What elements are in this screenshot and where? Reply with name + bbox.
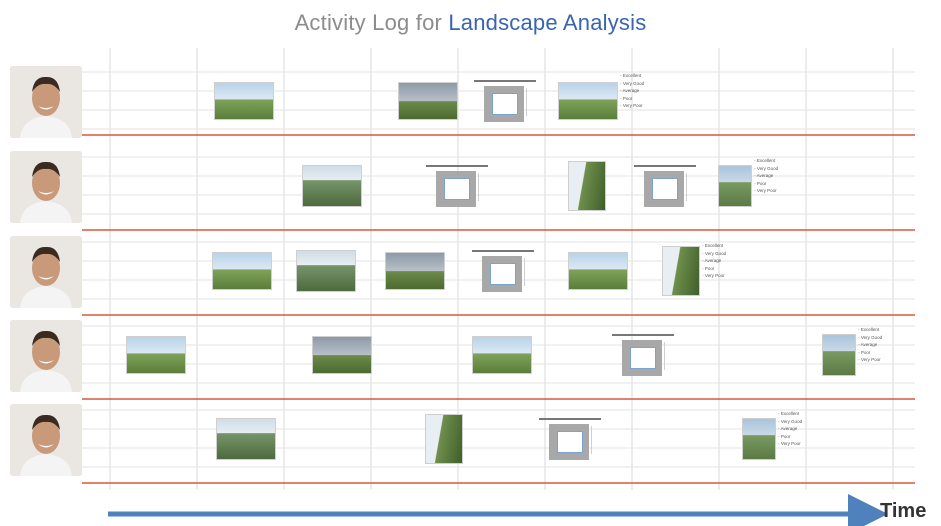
landscape-photo-thumbnail (302, 165, 362, 207)
title-highlight: Landscape Analysis (448, 10, 647, 35)
landscape-photo-thumbnail (472, 336, 532, 374)
landscape-photo-thumbnail (742, 418, 776, 460)
woman-laughing-avatar (10, 404, 82, 476)
annotation-form-screenshot (539, 418, 601, 462)
rating-option: Excellent (778, 410, 802, 418)
rating-option: Excellent (620, 72, 644, 80)
landscape-photo-thumbnail (216, 418, 276, 460)
landscape-photo-thumbnail (662, 246, 700, 296)
landscape-photo-thumbnail (126, 336, 186, 374)
landscape-photo-thumbnail (385, 252, 445, 290)
rating-option: Poor (754, 180, 778, 188)
annotation-form-screenshot (474, 80, 536, 124)
landscape-photo-thumbnail (214, 82, 274, 120)
annotation-form-screenshot (634, 165, 696, 209)
rating-option: Very Good (778, 418, 802, 426)
title-prefix: Activity Log for (294, 10, 449, 35)
rating-options-list: ExcellentVery GoodAveragePoorVery Poor (620, 72, 645, 110)
rating-option: Poor (778, 433, 802, 441)
rating-option: Excellent (754, 157, 778, 165)
landscape-photo-thumbnail (558, 82, 618, 120)
rating-option: Excellent (702, 242, 726, 250)
annotation-form-screenshot (612, 334, 674, 378)
landscape-photo-thumbnail (425, 414, 463, 464)
rating-option: Average (778, 425, 802, 433)
rating-option: Average (858, 341, 882, 349)
woman-blonde-avatar (10, 151, 82, 223)
rating-option: Excellent (858, 326, 882, 334)
landscape-photo-thumbnail (212, 252, 272, 290)
landscape-photo-thumbnail (296, 250, 356, 292)
rating-option: Very Poor (858, 356, 882, 364)
rating-option: Average (754, 172, 778, 180)
rating-options-list: ExcellentVery GoodAveragePoorVery Poor (858, 326, 883, 364)
landscape-photo-thumbnail (312, 336, 372, 374)
man-smiling-avatar (10, 66, 82, 138)
landscape-photo-thumbnail (568, 161, 606, 211)
rating-option: Very Good (702, 250, 726, 258)
landscape-photo-thumbnail (718, 165, 752, 207)
rating-option: Average (702, 257, 726, 265)
rating-option: Very Poor (754, 187, 778, 195)
rating-options-list: ExcellentVery GoodAveragePoorVery Poor (702, 242, 727, 280)
rating-option: Poor (702, 265, 726, 273)
rating-option: Very Poor (620, 102, 644, 110)
rating-option: Very Good (754, 165, 778, 173)
man-bearded-avatar (10, 236, 82, 308)
annotation-form-screenshot (426, 165, 488, 209)
landscape-photo-thumbnail (568, 252, 628, 290)
landscape-photo-thumbnail (822, 334, 856, 376)
time-axis-label: Time (880, 500, 927, 522)
rating-option: Very Good (620, 80, 644, 88)
rating-option: Poor (620, 95, 644, 103)
rating-options-list: ExcellentVery GoodAveragePoorVery Poor (754, 157, 779, 195)
rating-option: Very Poor (778, 440, 802, 448)
rating-options-list: ExcellentVery GoodAveragePoorVery Poor (778, 410, 803, 448)
diagram-title: Activity Log for Landscape Analysis (0, 10, 941, 36)
rating-option: Very Good (858, 334, 882, 342)
annotation-form-screenshot (472, 250, 534, 294)
landscape-photo-thumbnail (398, 82, 458, 120)
rating-option: Very Poor (702, 272, 726, 280)
woman-curly-avatar (10, 320, 82, 392)
rating-option: Average (620, 87, 644, 95)
rating-option: Poor (858, 349, 882, 357)
